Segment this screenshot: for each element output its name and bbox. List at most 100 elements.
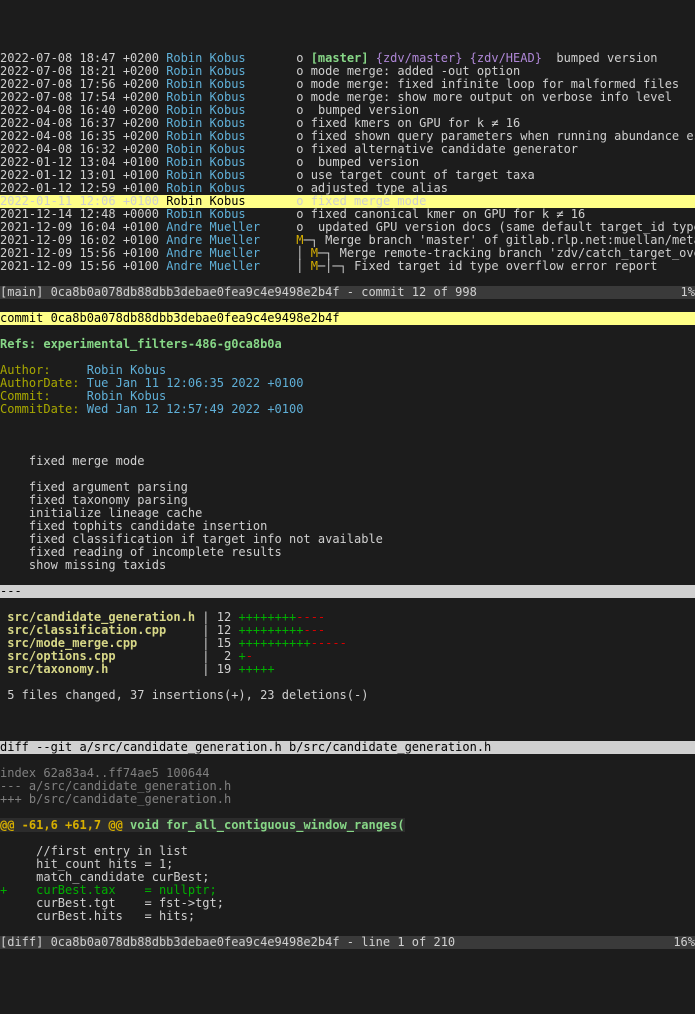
commit-line: commit 0ca8b0a078db88dbb3debae0fea9c4e94… — [0, 312, 695, 325]
file-count: 12 — [217, 610, 231, 624]
diff-context-line: match_candidate curBest; — [0, 871, 695, 884]
minus-icon: ----- — [311, 636, 347, 650]
log-author: Robin Kobus — [166, 207, 260, 221]
log-author: Robin Kobus — [166, 129, 260, 143]
diff-context-line: hit_count hits = 1; — [0, 858, 695, 871]
file-count: 12 — [217, 623, 231, 637]
log-row[interactable]: 2021-12-09 15:56 +0100 Andre Mueller │ M… — [0, 260, 695, 273]
plus-icon: +++++++++ — [238, 623, 303, 637]
ref: {zdv/master} — [376, 51, 463, 65]
diff-meta: index 62a83a4..ff74ae5 100644 — [0, 767, 695, 780]
log-date: 2022-04-08 16:37 +0200 — [0, 116, 159, 130]
log-date: 2021-12-14 12:48 +0000 — [0, 207, 159, 221]
log-date: 2022-07-08 17:56 +0200 — [0, 77, 159, 91]
log-msg: fixed canonical kmer on GPU for k ≠ 16 — [311, 207, 586, 221]
log-msg: fixed alternative candidate generator — [311, 142, 578, 156]
log-msg: use target count of target taxa — [311, 168, 535, 182]
file-count: 15 — [217, 636, 231, 650]
log-msg: fixed shown query parameters when runnin… — [311, 129, 695, 143]
log-msg: fixed merge mode — [311, 194, 427, 208]
log-author: Andre Mueller — [166, 233, 260, 247]
log-msg: mode merge: added -out option — [311, 64, 521, 78]
diff-header: diff --git a/src/candidate_generation.h … — [0, 741, 695, 754]
log-date: 2022-07-08 18:21 +0200 — [0, 64, 159, 78]
log-date: 2022-04-08 16:35 +0200 — [0, 129, 159, 143]
log-author: Robin Kobus — [166, 181, 260, 195]
ref: [master] — [311, 51, 369, 65]
log-graph: o — [296, 142, 303, 156]
log-graph: o — [296, 77, 303, 91]
ref: {zdv/HEAD} — [470, 51, 542, 65]
commit-meta: CommitDate: Wed Jan 12 12:57:49 2022 +01… — [0, 403, 695, 416]
log-date: 2022-04-08 16:40 +0200 — [0, 103, 159, 117]
log-msg: mode merge: fixed infinite loop for malf… — [311, 77, 679, 91]
log-author: Robin Kobus — [166, 116, 260, 130]
commit-body-line — [0, 468, 695, 481]
refs-line: Refs: experimental_filters-486-g0ca8b0a — [0, 338, 695, 351]
log-graph: o — [296, 51, 303, 65]
log-date: 2022-01-12 12:59 +0100 — [0, 181, 159, 195]
commit-body-line: show missing taxids — [0, 559, 695, 572]
file-path: src/taxonomy.h — [0, 662, 195, 676]
status-main: [main] 0ca8b0a078db88dbb3debae0fea9c4e94… — [0, 286, 695, 299]
log-graph: o — [296, 90, 303, 104]
log-date: 2021-12-09 15:56 +0100 — [0, 259, 159, 273]
log-graph: o — [296, 103, 303, 117]
file-path: src/classification.cpp — [0, 623, 195, 637]
log-graph: o — [296, 220, 303, 234]
file-path: src/candidate_generation.h — [0, 610, 195, 624]
log-msg: bumped version — [318, 155, 419, 169]
log-graph: │ M─│─┐ — [296, 259, 347, 273]
status-diff: [diff] 0ca8b0a078db88dbb3debae0fea9c4e94… — [0, 936, 695, 949]
log-author: Robin Kobus — [166, 168, 260, 182]
log-graph: o — [296, 129, 303, 143]
log-msg: bumped version — [318, 103, 419, 117]
separator: --- — [0, 585, 695, 598]
blank — [0, 429, 695, 442]
log-graph: o — [296, 116, 303, 130]
commit-body-line: fixed taxonomy parsing — [0, 494, 695, 507]
log-graph: o — [296, 64, 303, 78]
diff-context-line: //first entry in list — [0, 845, 695, 858]
log-date: 2022-01-12 13:01 +0100 — [0, 168, 159, 182]
file-count: 2 — [217, 649, 231, 663]
minus-icon: ---- — [296, 610, 325, 624]
diff-meta: +++ b/src/candidate_generation.h — [0, 793, 695, 806]
log-author: Robin Kobus — [166, 90, 260, 104]
log-author: Andre Mueller — [166, 246, 260, 260]
minus-icon: --- — [303, 623, 325, 637]
log-author: Robin Kobus — [166, 194, 260, 208]
log-author: Robin Kobus — [166, 64, 260, 78]
log-msg: bumped version — [556, 51, 657, 65]
log-date: 2022-07-08 17:54 +0200 — [0, 90, 159, 104]
diff-summary: 5 files changed, 37 insertions(+), 23 de… — [0, 689, 695, 702]
log-author: Robin Kobus — [166, 51, 260, 65]
log-date: 2022-07-08 18:47 +0200 — [0, 51, 159, 65]
log-author: Robin Kobus — [166, 142, 260, 156]
file-path: src/mode_merge.cpp — [0, 636, 195, 650]
minus-icon: - — [246, 649, 253, 663]
log-msg: mode merge: show more output on verbose … — [311, 90, 672, 104]
blank — [0, 715, 695, 728]
log-author: Andre Mueller — [166, 259, 260, 273]
plus-icon: ++++++++ — [238, 610, 296, 624]
plus-icon: ++++++++++ — [238, 636, 310, 650]
log-date: 2022-04-08 16:32 +0200 — [0, 142, 159, 156]
log-msg: fixed kmers on GPU for k ≠ 16 — [311, 116, 521, 130]
log-graph: M─┐ — [296, 233, 318, 247]
file-count: 19 — [217, 662, 231, 676]
commit-body-line: fixed tophits candidate insertion — [0, 520, 695, 533]
log-msg: Fixed target id type overflow error repo… — [354, 259, 657, 273]
commit-body-line: fixed argument parsing — [0, 481, 695, 494]
log-graph: o — [296, 155, 303, 169]
diff-meta: --- a/src/candidate_generation.h — [0, 780, 695, 793]
plus-icon: + — [238, 649, 245, 663]
diff-add-line: + curBest.tax = nullptr; — [0, 884, 695, 897]
log-graph: o — [296, 194, 303, 208]
commit-body-line: fixed merge mode — [0, 455, 695, 468]
log-author: Robin Kobus — [166, 77, 260, 91]
commit-body-line: initialize lineage cache — [0, 507, 695, 520]
log-date: 2021-12-09 15:56 +0100 — [0, 246, 159, 260]
file-stat-row[interactable]: src/taxonomy.h | 19 +++++ — [0, 663, 695, 676]
log-graph: o — [296, 181, 303, 195]
